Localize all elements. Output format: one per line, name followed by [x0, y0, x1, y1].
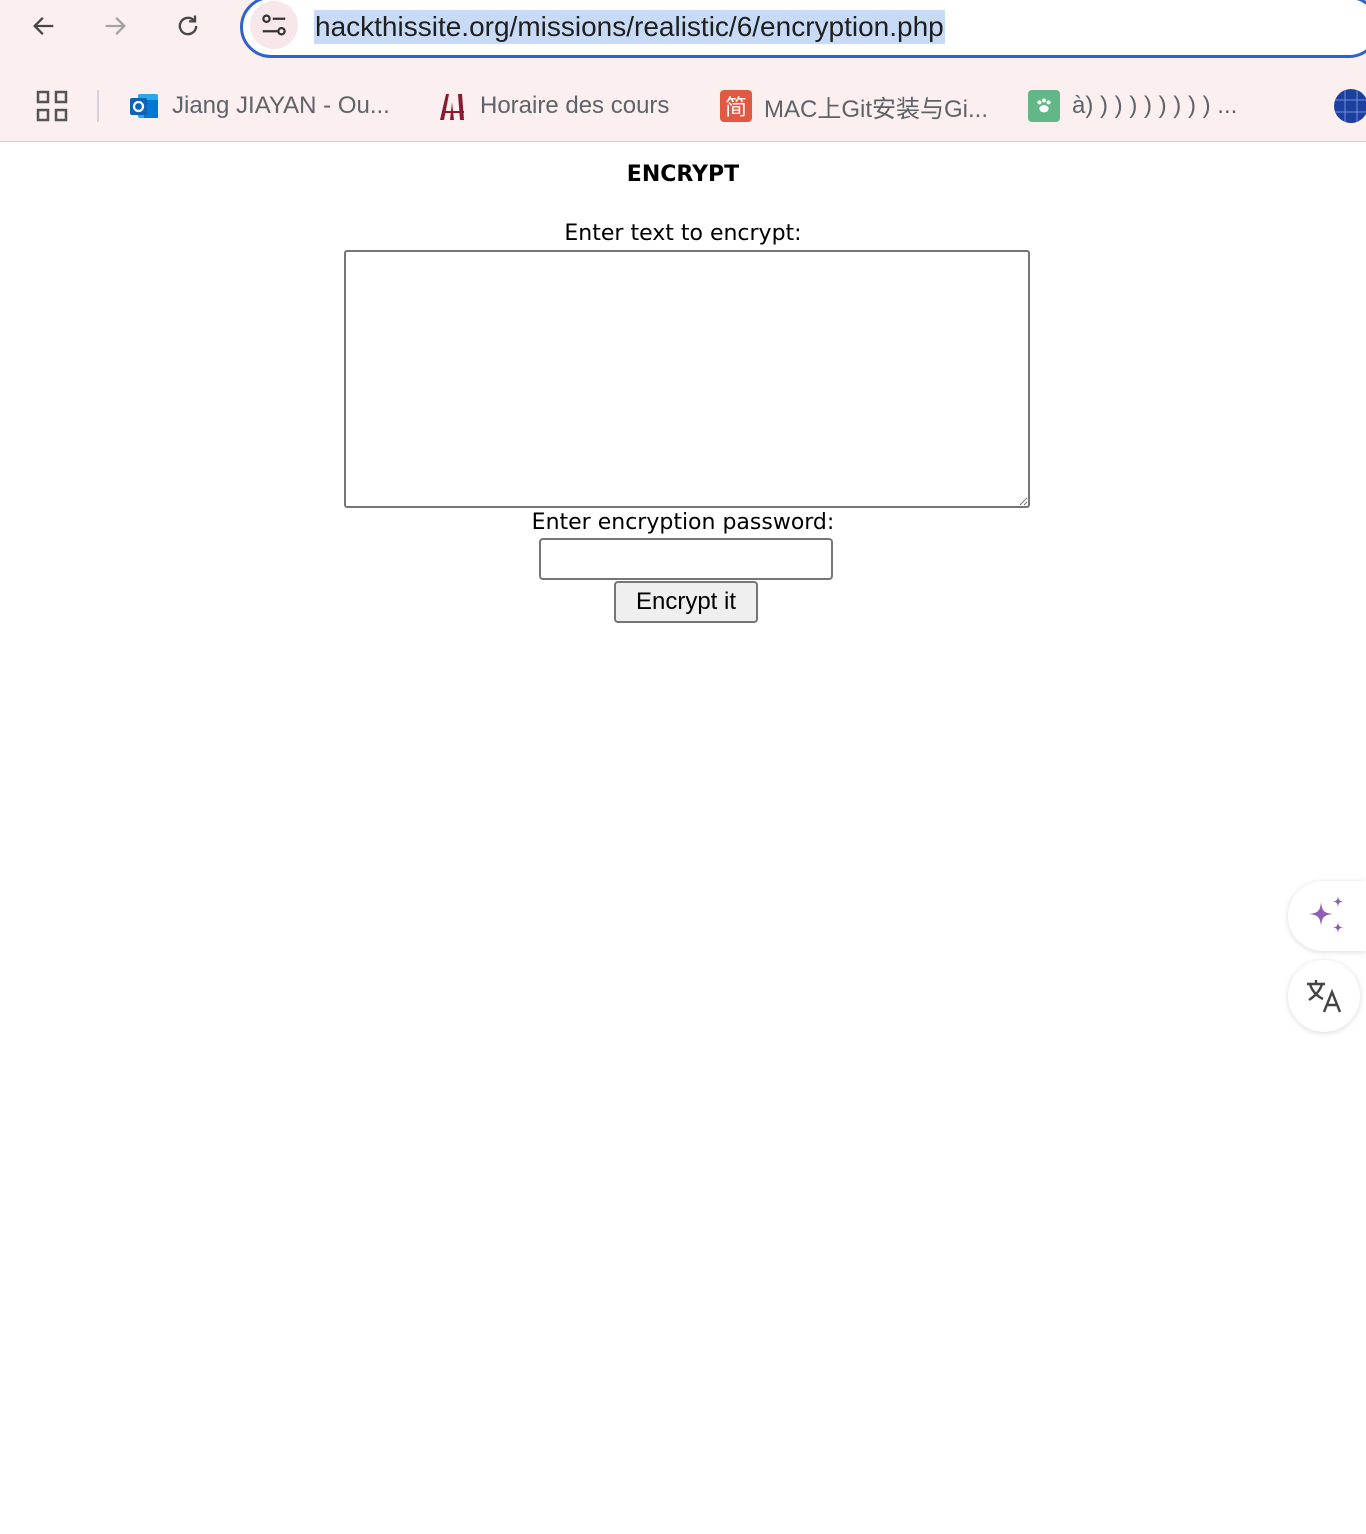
outlook-icon	[128, 90, 160, 122]
bookmark-label: MAC上Git安装与Gi...	[764, 95, 989, 123]
bookmark-label: Jiang JIAYAN - Ou...	[172, 92, 390, 119]
tune-icon	[262, 14, 286, 36]
url-text[interactable]: hackthissite.org/missions/realistic/6/en…	[314, 10, 945, 44]
apps-grid-icon[interactable]	[36, 90, 68, 122]
bookmark-item-git[interactable]: 简 MAC上Git安装与Gi...	[720, 88, 988, 124]
university-logo-icon	[436, 90, 468, 122]
back-button[interactable]	[26, 8, 62, 44]
reload-icon	[178, 15, 198, 36]
jianshu-icon: 简	[720, 90, 752, 122]
arrow-left-icon	[33, 17, 54, 35]
arrow-right-icon	[105, 17, 126, 35]
forward-button[interactable]	[97, 8, 133, 44]
encrypt-button[interactable]: Encrypt it	[614, 581, 758, 623]
encryption-password-input[interactable]	[539, 538, 833, 580]
page-title: ENCRYPT	[626, 162, 740, 187]
encryption-password-label: Enter encryption password:	[531, 510, 835, 535]
text-to-encrypt-label: Enter text to encrypt:	[564, 221, 802, 246]
text-to-encrypt-input[interactable]	[344, 250, 1030, 508]
bookmarks-divider	[97, 90, 99, 122]
paw-icon	[1028, 90, 1060, 122]
translate-icon	[1307, 980, 1342, 1013]
bookmark-label: Horaire des cours	[480, 92, 670, 119]
bookmark-label: à) ) ) ) ) ) ) ) ) ...	[1072, 92, 1238, 119]
sparkle-icon	[1309, 896, 1343, 933]
bookmark-item-paw[interactable]: à) ) ) ) ) ) ) ) ) ...	[1028, 88, 1237, 124]
site-info-button[interactable]	[250, 1, 298, 49]
reload-button[interactable]	[170, 8, 206, 44]
ai-assist-button[interactable]	[1288, 881, 1366, 951]
bookmark-item-outlook[interactable]: Jiang JIAYAN - Ou...	[128, 88, 390, 124]
translate-button[interactable]	[1288, 960, 1360, 1032]
globe-bookmark-icon[interactable]	[1334, 89, 1366, 123]
bookmark-item-horaire[interactable]: Horaire des cours	[436, 88, 669, 124]
